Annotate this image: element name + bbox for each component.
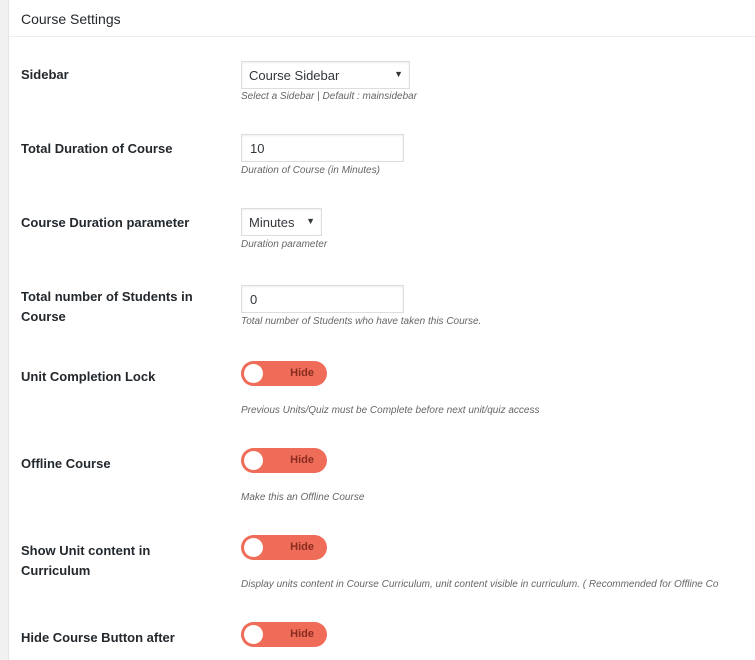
duration-param-value: Minutes <box>249 215 295 230</box>
students-description: Total number of Students who have taken … <box>241 316 482 327</box>
chevron-down-icon: ▼ <box>306 216 315 226</box>
chevron-down-icon: ▼ <box>394 69 403 79</box>
toggle-knob <box>244 451 263 470</box>
unit-lock-toggle[interactable]: Hide <box>241 361 327 386</box>
toggle-state-label: Hide <box>290 367 314 379</box>
sidebar-label: Sidebar <box>21 67 69 82</box>
toggle-knob <box>244 625 263 644</box>
toggle-state-label: Hide <box>290 541 314 553</box>
hide-button-toggle[interactable]: Hide <box>241 622 327 647</box>
toggle-state-label: Hide <box>290 454 314 466</box>
duration-label: Total Duration of Course <box>21 141 173 156</box>
sidebar-description: Select a Sidebar | Default : mainsidebar <box>241 91 418 102</box>
offline-description: Make this an Offline Course <box>241 492 365 503</box>
toggle-knob <box>244 364 263 383</box>
unit-lock-label: Unit Completion Lock <box>21 369 156 384</box>
unit-content-description: Display units content in Course Curricul… <box>241 579 719 590</box>
unit-lock-description: Previous Units/Quiz must be Complete bef… <box>241 405 540 416</box>
course-settings-panel: Course Settings Sidebar Course Sidebar ▼… <box>8 0 755 660</box>
duration-param-select[interactable]: Minutes ▼ <box>241 208 322 236</box>
duration-param-label: Course Duration parameter <box>21 215 190 230</box>
sidebar-select-value: Course Sidebar <box>249 68 340 83</box>
duration-param-description: Duration parameter <box>241 239 328 250</box>
offline-label: Offline Course <box>21 456 111 471</box>
unit-content-toggle[interactable]: Hide <box>241 535 327 560</box>
panel-header: Course Settings <box>9 0 755 37</box>
offline-toggle[interactable]: Hide <box>241 448 327 473</box>
duration-description: Duration of Course (in Minutes) <box>241 165 380 176</box>
students-input[interactable] <box>241 285 404 313</box>
sidebar-select[interactable]: Course Sidebar ▼ <box>241 61 410 89</box>
toggle-state-label: Hide <box>290 628 314 640</box>
students-label: Total number of Students in Course <box>21 289 193 324</box>
duration-input[interactable] <box>241 134 404 162</box>
panel-title: Course Settings <box>21 11 121 27</box>
unit-content-label: Show Unit content in Curriculum <box>21 543 151 578</box>
hide-button-label: Hide Course Button after <box>21 630 175 645</box>
toggle-knob <box>244 538 263 557</box>
